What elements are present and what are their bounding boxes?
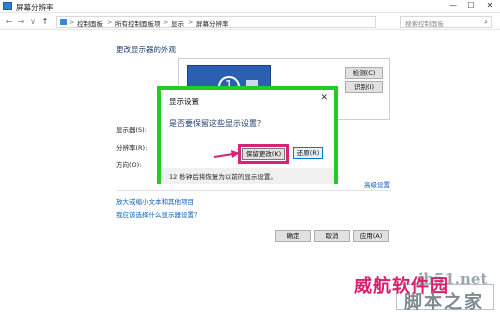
display-app-icon: [3, 2, 12, 10]
breadcrumb-separator: >: [163, 18, 169, 26]
display-settings-dialog: 显示设置 ✕ 是否要保留这些显示设置？ 保留更改(K) 还原(R) 12 秒钟后…: [157, 86, 338, 184]
cancel-button[interactable]: 取消: [314, 230, 350, 242]
breadcrumb-separator: >: [107, 18, 113, 26]
divider: [116, 190, 390, 191]
title-bar: 屏幕分辨率 — ☐ ✕: [0, 0, 500, 13]
revert-button[interactable]: 还原(R): [293, 147, 323, 159]
back-arrow-icon[interactable]: ←: [4, 16, 14, 27]
up-arrow-icon[interactable]: ↑: [40, 16, 50, 27]
keep-button-highlight: 保留更改(K): [238, 144, 289, 164]
recent-dropdown-icon[interactable]: ∨: [28, 16, 38, 27]
identify-button[interactable]: 识别(I): [345, 81, 383, 93]
search-icon[interactable]: ⌕: [484, 18, 488, 27]
minimize-button[interactable]: —: [444, 0, 462, 13]
breadcrumb: > 控制面板 > 所有控制面板项 > 显示 > 屏幕分辨率: [56, 16, 376, 28]
dialog-footer: 12 秒钟后将恢复为以前的显示设置。: [161, 168, 334, 184]
advanced-settings-link[interactable]: 高级设置: [364, 179, 390, 189]
detect-button[interactable]: 检测(C): [345, 67, 383, 79]
resolution-label: 分辨率(R):: [116, 144, 148, 152]
orientation-label: 方向(O):: [116, 161, 142, 169]
display-help-link[interactable]: 我应该选择什么显示器设置？: [116, 209, 201, 219]
search-placeholder: 搜索控制面板: [405, 20, 444, 28]
dialog-title: 显示设置: [169, 97, 199, 106]
forward-arrow-icon[interactable]: →: [16, 16, 26, 27]
display-label: 显示器(S):: [116, 126, 147, 134]
text-size-link[interactable]: 放大或缩小文本和其他项目: [116, 196, 194, 206]
ok-button[interactable]: 确定: [275, 230, 311, 242]
breadcrumb-display[interactable]: 显示: [171, 18, 184, 28]
dialog-close-icon[interactable]: ✕: [320, 93, 328, 103]
breadcrumb-separator: >: [69, 18, 75, 26]
maximize-button[interactable]: ☐: [462, 0, 480, 13]
breadcrumb-all-items[interactable]: 所有控制面板项: [115, 18, 161, 28]
watermark-brand-secondary: 脚本之家: [404, 292, 484, 312]
search-input[interactable]: 搜索控制面板 ⌕: [400, 16, 492, 28]
breadcrumb-resolution[interactable]: 屏幕分辨率: [196, 18, 229, 28]
close-button[interactable]: ✕: [481, 0, 499, 13]
pointer-arrow-icon: [213, 150, 240, 158]
page-title: 更改显示器的外观: [116, 45, 176, 54]
window-title: 屏幕分辨率: [16, 3, 54, 12]
breadcrumb-control-panel[interactable]: 控制面板: [77, 18, 103, 28]
countdown-text: 12 秒钟后将恢复为以前的显示设置。: [169, 173, 277, 181]
keep-changes-button[interactable]: 保留更改(K): [242, 148, 285, 160]
dialog-question: 是否要保留这些显示设置？: [169, 119, 265, 128]
apply-button[interactable]: 应用(A): [353, 230, 389, 242]
control-panel-icon: [60, 19, 67, 25]
address-bar: ← → ∨ ↑ > 控制面板 > 所有控制面板项 > 显示 > 屏幕分辨率 搜索…: [0, 14, 500, 30]
breadcrumb-separator: >: [188, 18, 194, 26]
